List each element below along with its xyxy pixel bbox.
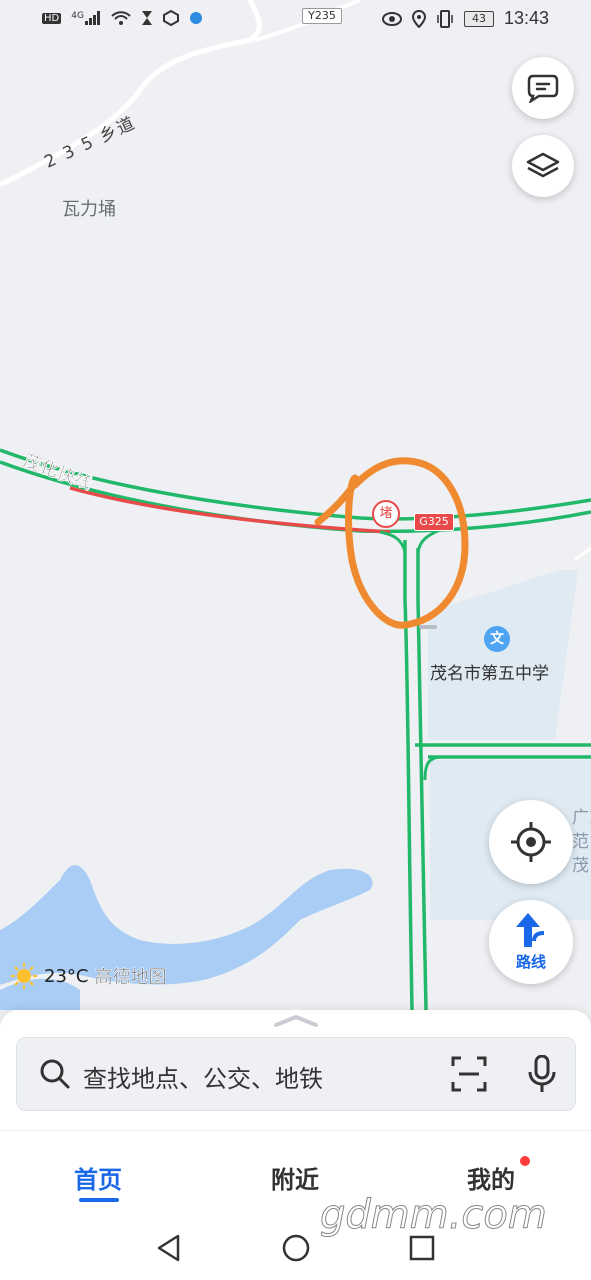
app-notification-icon-2 [189,12,202,24]
message-icon [527,74,559,103]
battery-icon: 43 [463,10,494,27]
wifi-icon [111,11,131,25]
route-arrow-icon [516,913,545,947]
message-button[interactable] [512,57,574,119]
partial-place-label: 广东 范 茂 [572,808,591,876]
search-bar[interactable]: 查找地点、公交、地铁 [16,1037,576,1111]
temperature: 23°C [44,965,89,987]
home-icon[interactable] [281,1233,311,1263]
app-notification-icon [162,10,179,26]
map-tick [419,625,437,629]
layers-icon [526,152,560,178]
congestion-marker-label: 堵 [379,506,393,521]
signal-bars-icon [84,11,100,25]
weather-widget[interactable]: 23°C 高德地图 [10,962,167,990]
search-icon [40,1059,70,1089]
village-label: 瓦力埇 [62,199,116,220]
divider [0,1130,591,1131]
back-icon[interactable] [154,1233,184,1263]
locate-button[interactable] [489,800,573,884]
clock: 13:43 [503,8,549,28]
layers-button[interactable] [512,135,574,197]
highway-badge: G325 [414,513,454,531]
system-nav-bar [0,1220,591,1280]
congestion-marker[interactable]: 堵 [372,500,400,528]
eye-icon [381,11,402,26]
route-label: 路线 [515,953,546,971]
tab-mine[interactable]: 我的 [467,1160,515,1195]
tab-nearby[interactable]: 附近 [271,1160,319,1195]
sun-icon [11,963,37,989]
scan-icon[interactable] [451,1056,487,1092]
hd-icon: HD [42,12,62,24]
recents-icon[interactable] [407,1233,437,1263]
network-type: 4G [71,11,84,21]
notification-badge [520,1156,530,1166]
school-label: 茂名市第五中学 [430,664,549,684]
location-icon [411,9,426,28]
status-left: HD 4G [42,10,203,26]
search-input[interactable]: 查找地点、公交、地铁 [83,1059,323,1094]
hourglass-icon [141,11,152,25]
sheet-handle-icon[interactable] [274,1014,318,1028]
crosshair-icon [511,822,551,862]
tab-active-indicator [79,1198,119,1202]
signal-4g-icon: 4G [71,11,101,25]
status-right: 43 13:43 [381,8,549,29]
vibrate-icon [437,9,453,28]
tab-home[interactable]: 首页 [74,1160,122,1195]
battery-level: 43 [471,11,486,25]
route-button[interactable]: 路线 [489,900,573,984]
brand-logo: 高德地图 [94,967,167,989]
school-icon-char: 文 [490,631,504,647]
status-bar: HD 4G 43 13:43 [0,0,591,40]
microphone-icon[interactable] [528,1055,556,1093]
school-icon[interactable]: 文 [484,626,510,652]
